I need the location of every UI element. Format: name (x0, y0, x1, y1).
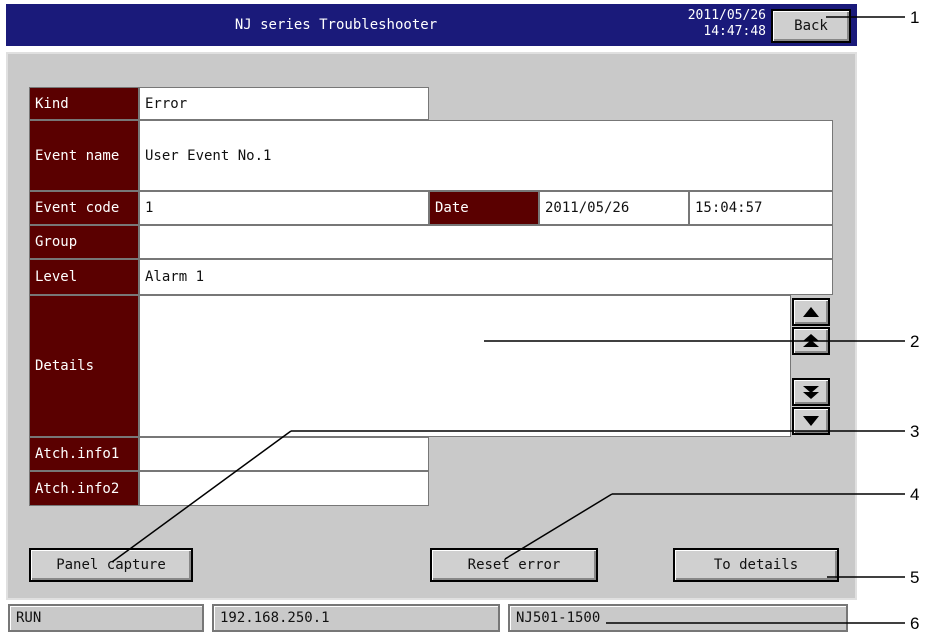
to-details-button[interactable]: To details (673, 548, 839, 582)
scroll-up-icon (803, 307, 819, 317)
atch-info1-value (139, 437, 429, 471)
group-label: Group (29, 225, 139, 259)
reset-error-button[interactable]: Reset error (430, 548, 598, 582)
details-label: Details (29, 295, 139, 437)
status-mode: RUN (8, 604, 204, 632)
back-button[interactable]: Back (771, 9, 851, 43)
scroll-top-button[interactable] (792, 327, 830, 355)
scroll-bottom-icon (803, 386, 819, 399)
date-label: Date (429, 191, 539, 225)
scroll-top-icon (803, 334, 819, 347)
callout-2: 2 (910, 332, 920, 351)
scroll-down-button[interactable] (792, 407, 830, 435)
clock: 2011/05/26 14:47:48 (660, 6, 766, 44)
date-value: 2011/05/26 (539, 191, 689, 225)
atch-info2-label: Atch.info2 (29, 471, 139, 506)
callout-1: 1 (910, 8, 920, 27)
callout-3: 3 (910, 422, 920, 441)
callout-6: 6 (910, 614, 920, 633)
event-name-label: Event name (29, 120, 139, 191)
kind-value: Error (139, 87, 429, 120)
callout-5: 5 (910, 568, 920, 587)
group-value (139, 225, 833, 259)
event-code-value: 1 (139, 191, 429, 225)
details-text[interactable] (139, 295, 791, 437)
scroll-down-icon (803, 416, 819, 426)
scroll-bottom-button[interactable] (792, 378, 830, 406)
app-title: NJ series Troubleshooter (234, 17, 438, 33)
event-code-label: Event code (29, 191, 139, 225)
status-model: NJ501-1500 (508, 604, 848, 632)
status-ip: 192.168.250.1 (212, 604, 500, 632)
atch-info2-value (139, 471, 429, 506)
scroll-up-button[interactable] (792, 298, 830, 326)
atch-info1-label: Atch.info1 (29, 437, 139, 471)
callout-4: 4 (910, 485, 920, 504)
level-label: Level (29, 259, 139, 295)
kind-label: Kind (29, 87, 139, 120)
time-value: 15:04:57 (689, 191, 833, 225)
panel-capture-button[interactable]: Panel capture (29, 548, 193, 582)
clock-time: 14:47:48 (703, 24, 766, 39)
level-value: Alarm 1 (139, 259, 833, 295)
clock-date: 2011/05/26 (687, 8, 766, 23)
event-name-value: User Event No.1 (139, 120, 833, 191)
